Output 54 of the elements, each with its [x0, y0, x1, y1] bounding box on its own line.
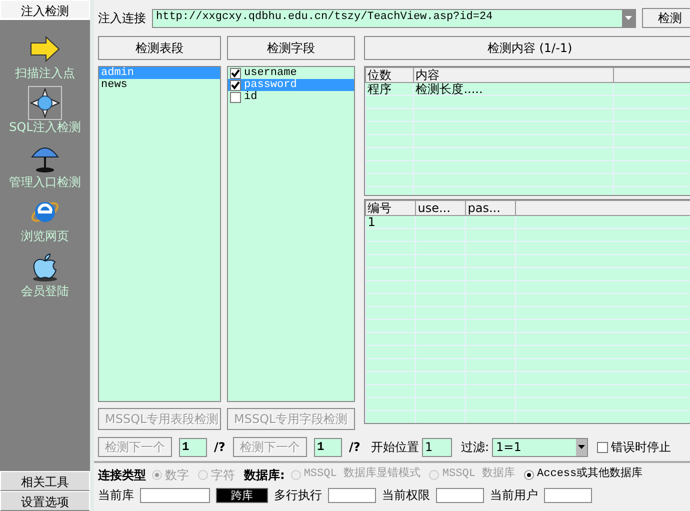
- suffix-text: /?: [214, 440, 226, 454]
- panel-header: 检测字段: [227, 36, 355, 60]
- url-combobox[interactable]: http://xxgcxy.qdbhu.edu.cn/tszy/TeachView.asp?id=24: [152, 8, 636, 28]
- apple-icon: [31, 252, 59, 282]
- table-cell: 检测长度.....: [413, 82, 614, 96]
- arrow-icon: [30, 36, 60, 62]
- item-label: id: [244, 91, 258, 103]
- table-cell: 程序: [365, 82, 414, 96]
- column-header[interactable]: 编号: [365, 200, 416, 216]
- checkbox-label: 错误时停止: [611, 440, 672, 454]
- text-field[interactable]: [436, 488, 484, 502]
- item-label: password: [244, 79, 297, 91]
- sidebar-tab[interactable]: 注入检测: [0, 0, 90, 20]
- column-header[interactable]: 位数: [365, 68, 414, 83]
- filter-combobox[interactable]: 1=1: [492, 438, 588, 456]
- field-label: 当前库: [98, 488, 134, 502]
- radio-button[interactable]: [524, 470, 534, 480]
- table-cell: 1: [365, 216, 416, 229]
- radio-label: 字符: [211, 468, 235, 482]
- list-item[interactable]: id: [228, 91, 354, 103]
- radio-label: MSSQL 数据库显错模式: [304, 468, 420, 482]
- field-label: 开始位置: [371, 440, 419, 454]
- group-label: 连接类型: [98, 468, 146, 482]
- item-label: username: [244, 67, 297, 79]
- suffix-text: /?: [349, 440, 362, 454]
- sidebar-tab[interactable]: 设置选项: [0, 491, 90, 511]
- group-label: 数据库:: [244, 468, 285, 482]
- text-field[interactable]: [328, 488, 376, 502]
- checkbox[interactable]: [230, 80, 241, 90]
- panel-header: 检测内容 (1/-1): [364, 36, 690, 60]
- list-item[interactable]: username: [228, 67, 354, 79]
- radio-label: MSSQL 数据库: [442, 468, 516, 482]
- field-label: 注入连接: [98, 10, 146, 26]
- text-field[interactable]: [140, 488, 210, 502]
- sidebar-tab[interactable]: 相关工具: [0, 471, 90, 491]
- radio-label: 数字: [165, 468, 189, 482]
- field-label: 过滤:: [461, 440, 490, 454]
- column-header[interactable]: pas...: [465, 200, 516, 216]
- detect-button[interactable]: 检测: [642, 8, 690, 28]
- checkbox[interactable]: [230, 68, 241, 78]
- column-header[interactable]: use...: [415, 200, 466, 216]
- field-label: 多行执行: [274, 488, 322, 502]
- globe-icon: [30, 88, 60, 118]
- list-item[interactable]: news: [99, 79, 220, 91]
- start-position-field[interactable]: 1: [422, 438, 452, 456]
- text-field[interactable]: [544, 488, 592, 502]
- field-label: 当前权限: [382, 488, 430, 502]
- panel-header: 检测表段: [98, 36, 221, 60]
- radio-label: Access或其他数据库: [537, 468, 643, 482]
- checkbox[interactable]: [230, 92, 241, 102]
- checkbox[interactable]: [597, 442, 608, 452]
- field-label: 当前用户: [490, 488, 538, 502]
- column-header[interactable]: 内容: [413, 68, 614, 83]
- button[interactable]: 跨库: [216, 488, 268, 502]
